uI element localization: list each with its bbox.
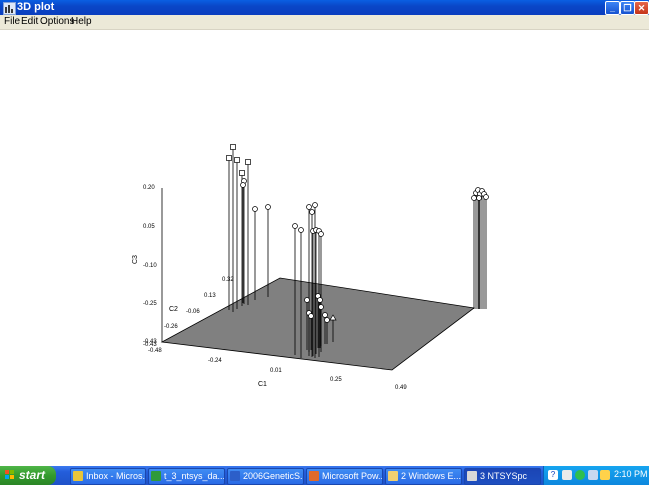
folder-icon <box>388 471 398 481</box>
c3-tick-label: -0.25 <box>143 301 157 307</box>
system-tray: ? 2:10 PM <box>543 466 649 485</box>
window-title: 3D plot <box>17 1 55 13</box>
c3-tick-label: -0.10 <box>143 263 157 269</box>
menu-help[interactable]: Help <box>71 16 92 27</box>
c2-tick-label: -0.06 <box>186 309 200 315</box>
data-point-marker <box>308 313 314 319</box>
task-button[interactable]: 2006GeneticS... <box>227 468 304 485</box>
c2-axis-label: C2 <box>169 306 178 313</box>
clock: 2:10 PM <box>614 469 648 479</box>
minimize-button[interactable]: _ <box>605 1 620 15</box>
c1-tick-label: -0.24 <box>208 358 222 364</box>
c1-tick-label: 0.01 <box>270 368 282 374</box>
data-point-marker <box>226 155 232 161</box>
data-point-marker <box>245 159 251 165</box>
title-bar[interactable]: 3D plot _ ❐ ✕ <box>0 0 649 15</box>
taskbar: start Inbox - Micros... t_3_ntsys_da... … <box>0 466 649 485</box>
powerpoint-icon <box>309 471 319 481</box>
data-point-marker <box>292 223 298 229</box>
c2-tick-label: -0.26 <box>164 324 178 330</box>
data-point-marker <box>240 182 246 188</box>
c2-tick-label: 0.13 <box>204 293 216 299</box>
c3-tick-label: 0.20 <box>143 185 155 191</box>
windows-flag-icon <box>5 470 15 480</box>
close-button[interactable]: ✕ <box>634 1 649 15</box>
start-button[interactable]: start <box>0 466 56 485</box>
volume-icon[interactable] <box>588 470 598 480</box>
data-point-marker <box>306 204 312 210</box>
data-point-marker <box>304 297 310 303</box>
c3-tick-labels: 0.20 0.05 -0.10 -0.25 -0.43 <box>143 185 157 345</box>
data-point-marker <box>312 202 318 208</box>
security-icon[interactable] <box>575 470 585 480</box>
start-label: start <box>19 468 46 482</box>
data-point-marker <box>318 304 324 310</box>
task-button[interactable]: 3 NTSYSpc <box>464 468 541 485</box>
c1-tick-label: 0.25 <box>330 377 342 383</box>
data-point-marker <box>234 157 240 163</box>
data-point-marker <box>483 194 489 200</box>
task-button[interactable]: 2 Windows E... <box>385 468 462 485</box>
word-icon <box>230 471 240 481</box>
maximize-button[interactable]: ❐ <box>620 1 635 15</box>
app-icon[interactable] <box>3 2 16 15</box>
data-point-marker <box>298 227 304 233</box>
task-button[interactable]: t_3_ntsys_da... <box>148 468 225 485</box>
ntsys-icon <box>467 471 477 481</box>
data-point-marker <box>476 195 482 201</box>
c3-axis-label: C3 <box>132 255 139 264</box>
c1-tick-label: 0.49 <box>395 385 407 391</box>
c3-tick-label: 0.05 <box>143 224 155 230</box>
menu-edit[interactable]: Edit <box>21 16 38 27</box>
task-button[interactable]: Inbox - Micros... <box>70 468 146 485</box>
outlook-icon <box>73 471 83 481</box>
menu-options[interactable]: Options <box>40 16 74 27</box>
data-point-marker <box>318 231 324 237</box>
data-point-marker <box>471 195 477 201</box>
data-point-marker <box>230 144 236 150</box>
task-button[interactable]: Microsoft Pow... <box>306 468 383 485</box>
data-point-marker <box>322 312 328 318</box>
data-point-marker <box>309 209 315 215</box>
excel-icon <box>151 471 161 481</box>
c1-axis-label: C1 <box>258 381 267 388</box>
data-point-marker <box>324 317 330 323</box>
data-point-marker <box>265 204 271 210</box>
plot-canvas[interactable]: 0.20 0.05 -0.10 -0.25 -0.43 C3 -0.43 -0.… <box>0 30 649 466</box>
data-point-marker <box>239 170 245 176</box>
data-point-marker <box>252 206 258 212</box>
data-point-marker <box>317 297 323 303</box>
help-icon[interactable]: ? <box>548 470 558 480</box>
c1-tick-label: -0.48 <box>148 348 162 354</box>
network-icon[interactable] <box>562 470 572 480</box>
update-icon[interactable] <box>600 470 610 480</box>
menu-file[interactable]: File <box>4 16 20 27</box>
menu-bar: File Edit Options Help <box>0 15 649 30</box>
c2-tick-label: 0.32 <box>222 277 234 283</box>
